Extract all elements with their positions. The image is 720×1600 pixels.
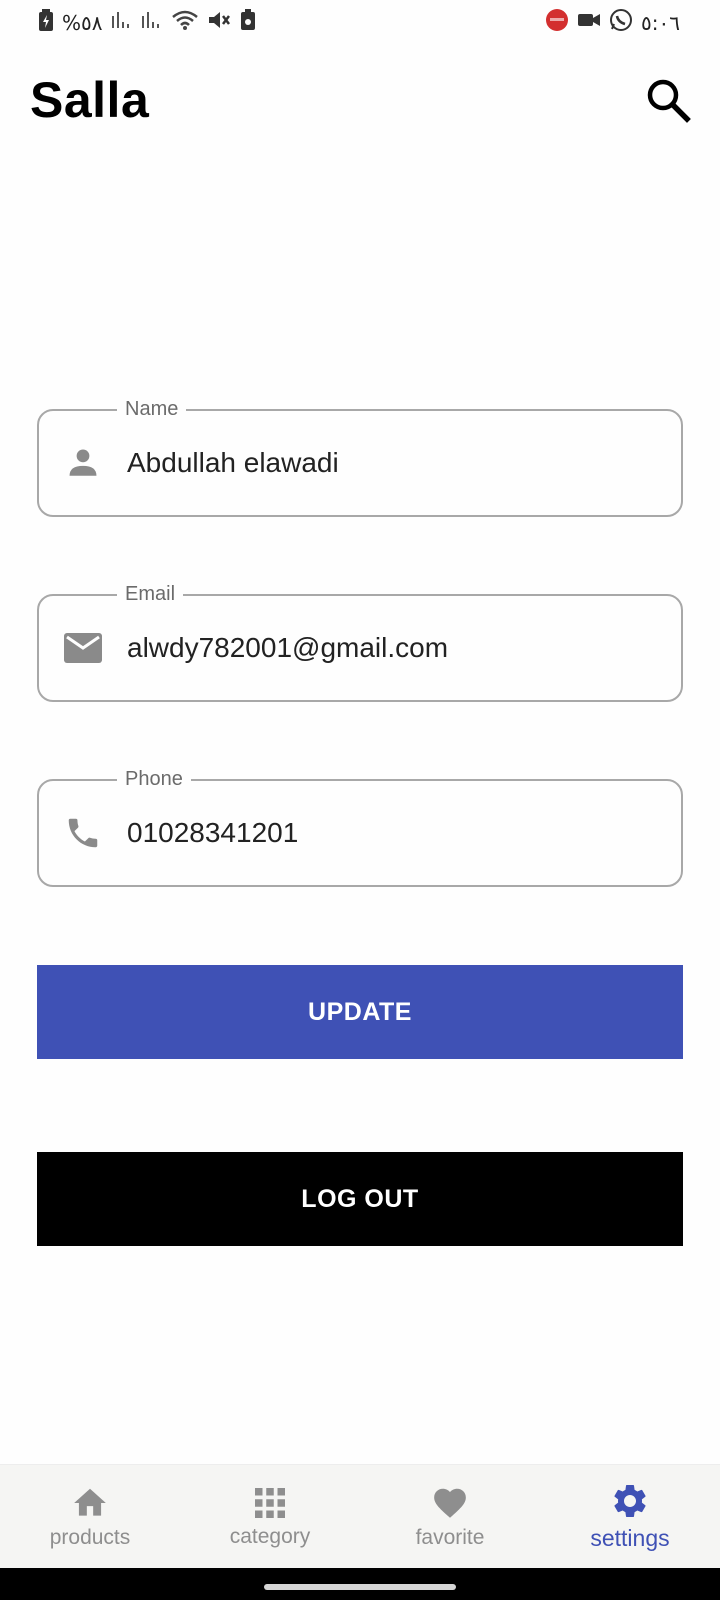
heart-icon: [434, 1488, 466, 1518]
nav-item-settings[interactable]: settings: [540, 1465, 720, 1568]
name-field[interactable]: Name Abdullah elawadi: [37, 394, 683, 517]
mute-icon: [207, 9, 231, 37]
person-icon: [63, 443, 103, 483]
home-gesture-handle[interactable]: [264, 1584, 456, 1590]
video-call-icon: [577, 11, 601, 35]
nav-label-settings: settings: [590, 1525, 670, 1551]
battery-percent: %٥٨: [62, 11, 103, 35]
nav-item-products[interactable]: products: [0, 1465, 180, 1568]
grid-icon: [255, 1487, 285, 1518]
battery-icon: [38, 9, 54, 37]
home-icon: [74, 1488, 106, 1516]
search-icon: [647, 79, 691, 123]
search-button[interactable]: [640, 72, 696, 128]
name-label: Name: [117, 394, 187, 424]
notification-app-icon: [545, 8, 569, 38]
email-input[interactable]: alwdy782001@gmail.com: [127, 632, 448, 664]
email-label: Email: [117, 579, 184, 609]
settings-screen: %٥٨ ٥:٠٦ Salla Name Abdullah elawadi Ema…: [0, 0, 720, 1600]
system-nav-bar: [0, 1568, 720, 1600]
update-button[interactable]: UPDATE: [37, 965, 683, 1059]
mail-icon: [63, 628, 103, 668]
signal-icon: [111, 10, 133, 36]
app-bar: Salla: [0, 50, 720, 150]
status-bar: %٥٨ ٥:٠٦: [0, 0, 720, 46]
email-field[interactable]: Email alwdy782001@gmail.com: [37, 579, 683, 702]
phone-label: Phone: [117, 764, 191, 794]
phone-icon: [63, 813, 103, 853]
storage-icon: [239, 9, 257, 37]
nav-label-category: category: [229, 1524, 311, 1548]
gear-icon: [614, 1485, 646, 1517]
signal-icon-2: [141, 10, 163, 36]
clock: ٥:٠٦: [641, 11, 680, 35]
nav-label-favorite: favorite: [415, 1525, 485, 1549]
nav-label-products: products: [49, 1525, 131, 1549]
logout-button[interactable]: LOG OUT: [37, 1152, 683, 1246]
whatsapp-icon: [609, 8, 633, 38]
bottom-nav: products category favorite settings: [0, 1464, 720, 1568]
wifi-icon: [171, 9, 199, 37]
nav-item-category[interactable]: category: [180, 1465, 360, 1568]
status-left: %٥٨: [38, 9, 257, 37]
phone-input[interactable]: 01028341201: [127, 817, 298, 849]
phone-field[interactable]: Phone 01028341201: [37, 764, 683, 887]
name-input[interactable]: Abdullah elawadi: [127, 447, 339, 479]
status-right: ٥:٠٦: [545, 8, 680, 38]
nav-item-favorite[interactable]: favorite: [360, 1465, 540, 1568]
app-title: Salla: [30, 72, 150, 128]
